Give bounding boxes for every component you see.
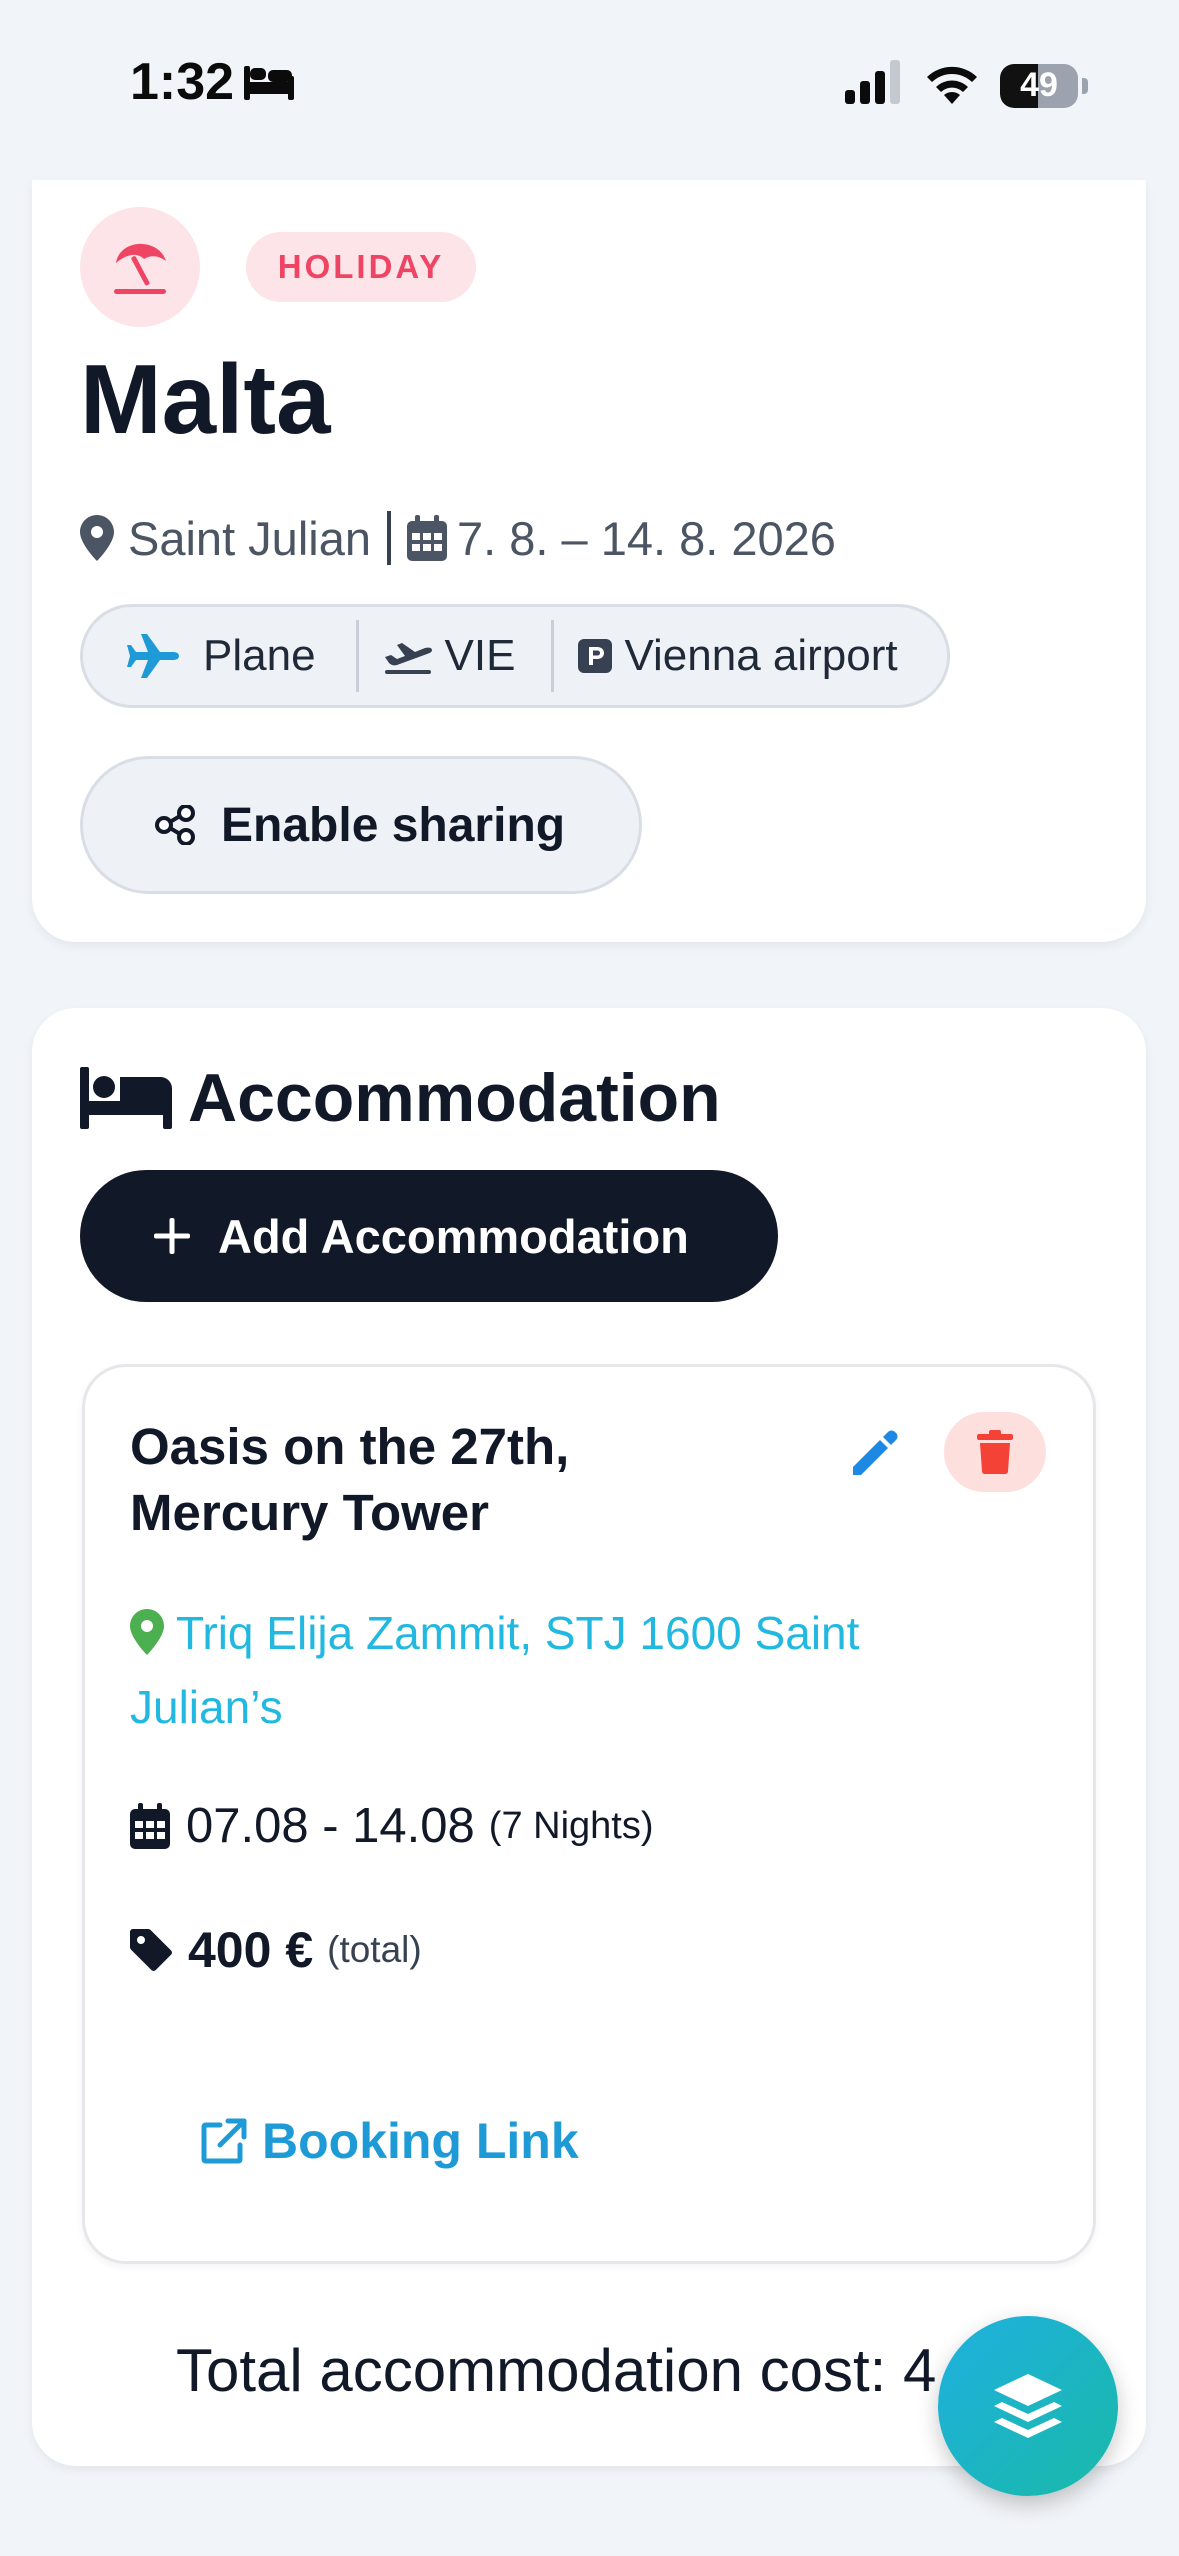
bed-icon xyxy=(80,1067,172,1129)
cellular-signal-icon xyxy=(845,60,900,104)
accommodation-price-note: (total) xyxy=(327,1929,422,1970)
accommodation-section-title: Accommodation xyxy=(80,1058,721,1138)
trash-icon xyxy=(977,1430,1013,1474)
airport-code: VIE xyxy=(444,631,516,680)
transport-mode-label: Plane xyxy=(203,631,316,680)
booking-link[interactable]: Booking Link xyxy=(200,2108,579,2174)
sleep-focus-icon xyxy=(244,66,294,100)
status-bar: 1:32 49 xyxy=(0,0,1179,170)
total-accommodation-cost: Total accommodation cost: 4 xyxy=(176,2337,936,2404)
trip-type-badge: HOLIDAY xyxy=(246,232,476,302)
accommodation-nights: (7 Nights) xyxy=(488,1804,654,1847)
trip-location: Saint Julian xyxy=(128,511,371,565)
share-icon xyxy=(155,805,195,845)
add-accommodation-button[interactable]: Add Accommodation xyxy=(80,1170,778,1302)
status-time: 1:32 xyxy=(130,53,235,111)
layers-icon xyxy=(994,2374,1062,2438)
delete-accommodation-button[interactable] xyxy=(944,1412,1046,1492)
booking-link-label: Booking Link xyxy=(262,2113,579,2169)
meta-divider xyxy=(387,511,391,565)
accommodation-address-link[interactable]: Triq Elija Zammit, STJ 1600 Saint Julian… xyxy=(130,1596,990,1744)
accommodation-heading: Accommodation xyxy=(188,1060,721,1136)
parking-info: Vienna airport xyxy=(554,607,898,705)
departure-airport: VIE xyxy=(359,607,552,705)
edit-accommodation-button[interactable] xyxy=(840,1418,910,1488)
external-link-icon xyxy=(201,2118,247,2164)
parking-location: Vienna airport xyxy=(624,631,898,680)
map-pin-icon xyxy=(130,1609,164,1655)
accommodation-name: Oasis on the 27th, Mercury Tower xyxy=(130,1418,570,1541)
plus-icon xyxy=(154,1218,190,1254)
accommodation-price: 400 € xyxy=(188,1922,314,1978)
layers-fab-button[interactable] xyxy=(938,2316,1118,2496)
trip-meta-row: Saint Julian 7. 8. – 14. 8. 2026 xyxy=(80,508,836,568)
accommodation-dates-row: 07.08 - 14.08 (7 Nights) xyxy=(130,1796,654,1856)
trip-title: Malta xyxy=(80,344,331,454)
map-pin-icon xyxy=(80,515,114,561)
add-accommodation-label: Add Accommodation xyxy=(218,1209,689,1263)
battery-percent: 49 xyxy=(1020,66,1058,104)
price-tag-icon xyxy=(130,1929,172,1971)
plane-departure-icon xyxy=(384,643,432,674)
accommodation-address: Triq Elija Zammit, STJ 1600 Saint Julian… xyxy=(130,1607,860,1733)
calendar-icon xyxy=(407,515,447,561)
trip-dates: 7. 8. – 14. 8. 2026 xyxy=(457,511,836,565)
battery-tip xyxy=(1082,78,1088,94)
plane-icon xyxy=(127,634,179,678)
beach-umbrella-icon xyxy=(114,243,166,294)
transport-mode: Plane xyxy=(83,607,356,705)
battery-indicator: 49 xyxy=(1000,64,1078,108)
parking-icon xyxy=(578,639,613,673)
enable-sharing-button[interactable]: Enable sharing xyxy=(80,756,642,894)
calendar-icon xyxy=(130,1803,170,1849)
pencil-icon xyxy=(853,1430,898,1475)
accommodation-dates: 07.08 - 14.08 xyxy=(186,1799,475,1853)
enable-sharing-label: Enable sharing xyxy=(221,798,566,852)
trip-type-avatar xyxy=(80,207,200,327)
accommodation-price-row: 400 € (total) xyxy=(130,1920,422,1980)
transport-info: Plane VIE Vienna airport xyxy=(80,604,950,708)
wifi-icon xyxy=(927,66,977,104)
